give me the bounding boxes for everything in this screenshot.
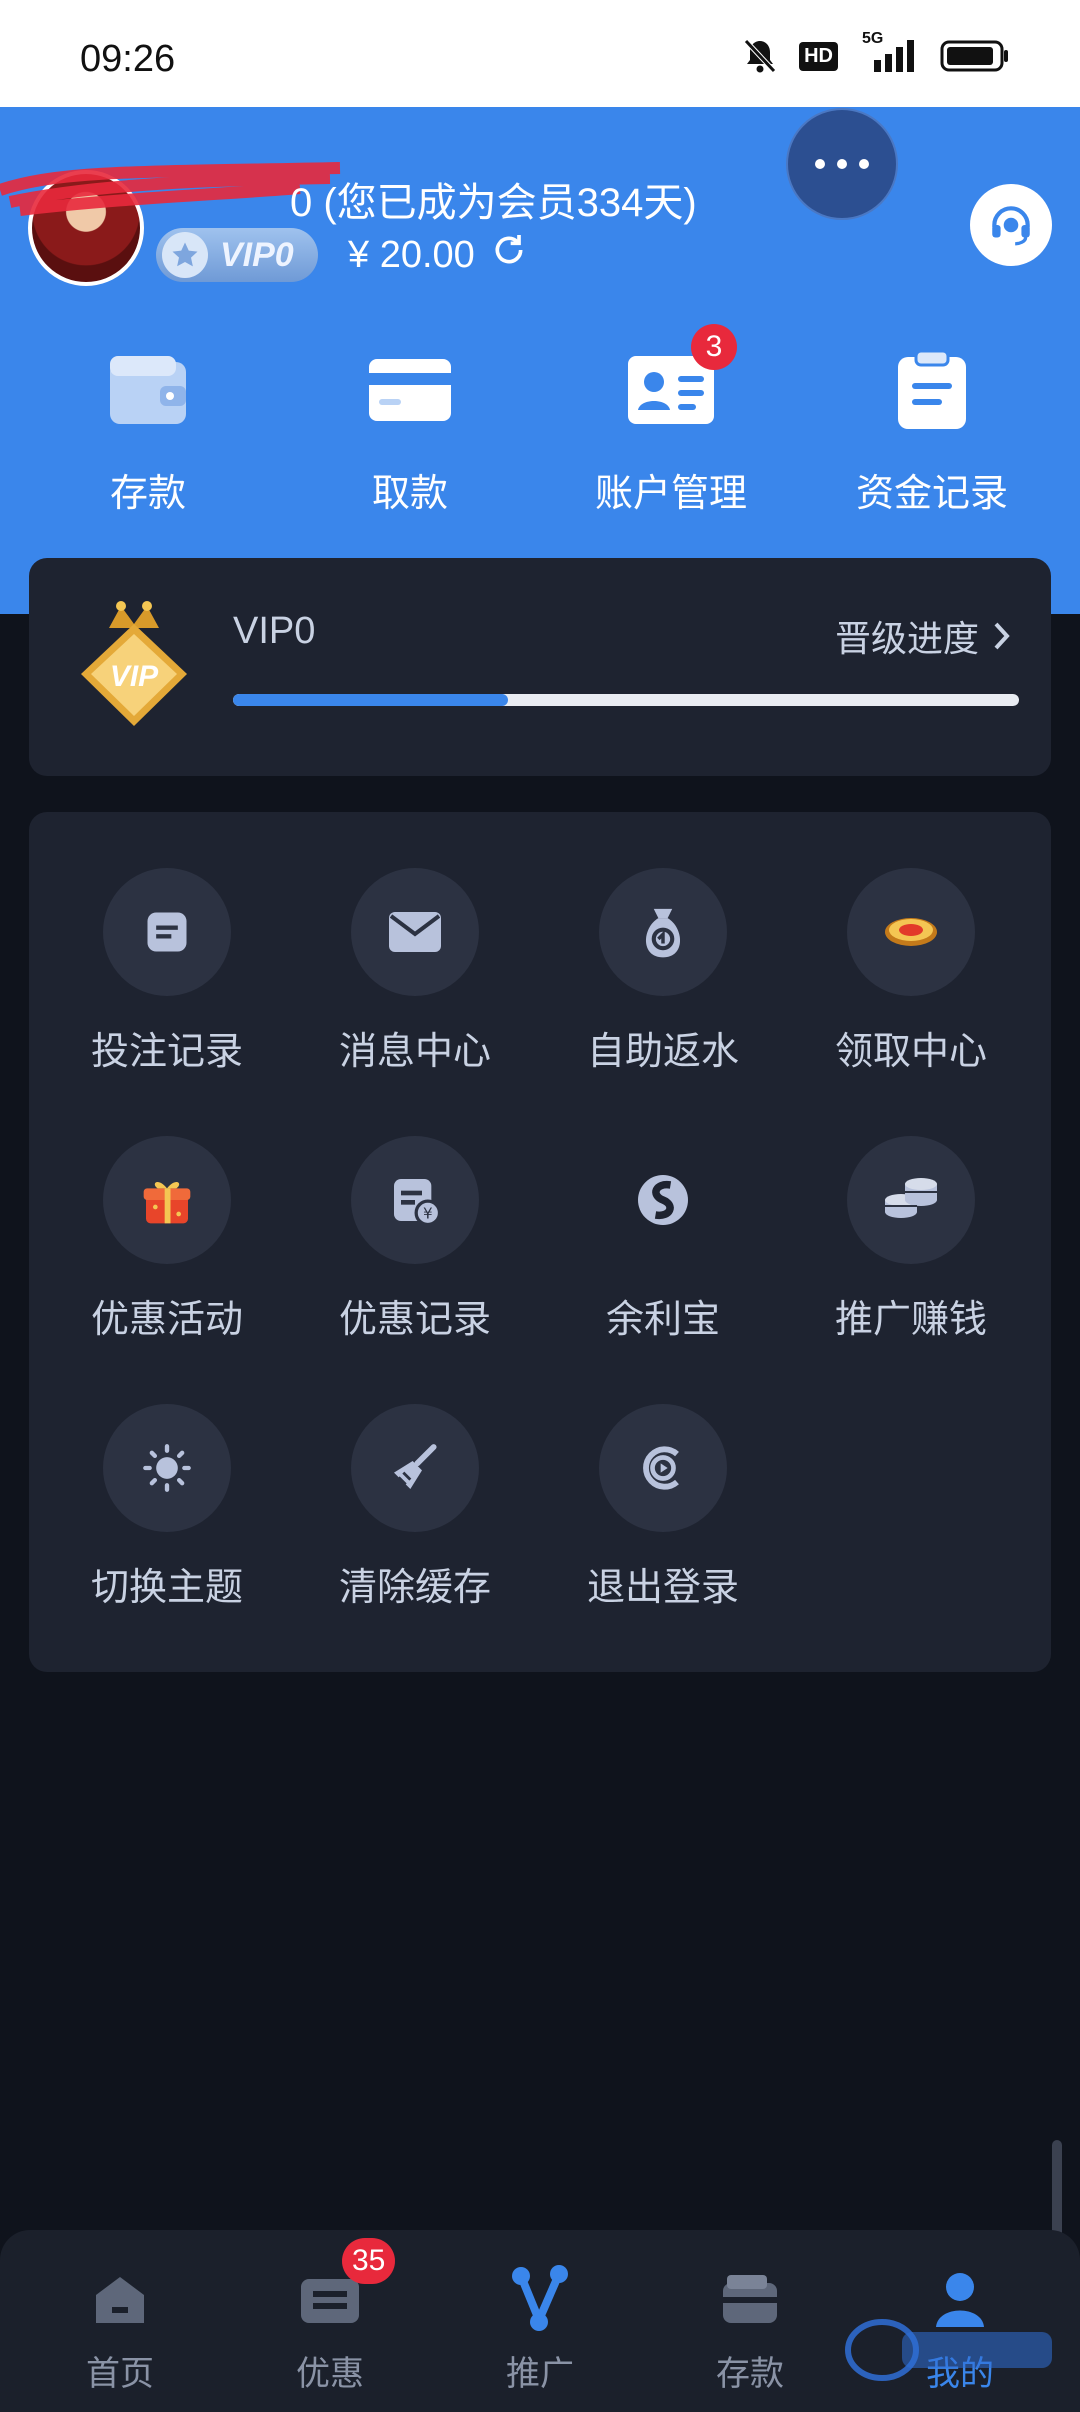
menu-promote-earn[interactable]: 推广赚钱 [811,1136,1011,1343]
menu-label: 优惠记录 [338,1299,491,1341]
vip-level: VIP0 [233,610,316,652]
coin-icon [847,868,975,996]
quick-action-label: 取款 [371,473,448,515]
menu-yulibao[interactable]: 余利宝 [563,1136,763,1343]
menu-label: 退出登录 [586,1567,739,1609]
crown-text: VIP [110,660,159,693]
dot [837,159,847,169]
clipboard-icon [832,340,1032,440]
menu-label: 优惠活动 [90,1299,243,1341]
menu-label: 余利宝 [605,1299,720,1341]
quick-action-label: 存款 [109,473,186,515]
bell-muted-icon [743,38,777,74]
menu-card: 投注记录 消息中心 自助返水 领取中心 优惠活动 ¥ 优惠记录 余利宝 推广赚钱… [29,812,1051,1672]
tab-home[interactable]: 首页 [40,2264,200,2395]
member-status-text: 0 (您已成为会员334天) [290,181,697,225]
menu-bet-records[interactable]: 投注记录 [67,868,267,1075]
promotions-badge: 35 [342,2238,396,2284]
quick-action-label: 资金记录 [855,473,1008,515]
more-button[interactable] [786,108,898,220]
network-label: 5G [862,30,884,47]
dot [859,159,869,169]
menu-label: 消息中心 [338,1031,491,1073]
status-bar: 09:26 HD 5G [0,0,1080,107]
menu-promotions[interactable]: 优惠活动 [67,1136,267,1343]
menu-clear-cache[interactable]: 清除缓存 [315,1404,515,1611]
quick-action-deposit[interactable]: 存款 [48,340,248,517]
quick-action-fund-records[interactable]: 资金记录 [832,340,1032,517]
quick-action-account[interactable]: 3 账户管理 [571,324,771,517]
balance: ¥ 20.00 [348,230,529,280]
mail-icon [351,868,479,996]
refresh-icon[interactable] [489,230,529,280]
gift-icon [103,1136,231,1264]
vip-progress-track [233,694,1019,706]
yulibao-icon [599,1136,727,1264]
coins-stack-icon [847,1136,975,1264]
customer-service-button[interactable] [970,184,1052,266]
broom-icon [351,1404,479,1532]
tab-label: 存款 [716,2355,784,2393]
menu-label: 领取中心 [834,1031,987,1073]
id-card-icon: 3 [571,324,771,440]
hd-icon: HD [799,41,838,71]
menu-label: 投注记录 [90,1031,243,1073]
account-badge: 3 [691,324,737,370]
battery-icon [940,39,1010,73]
wallet-icon [670,2264,830,2334]
menu-claim-center[interactable]: 领取中心 [811,868,1011,1075]
menu-label: 清除缓存 [338,1567,491,1609]
dot [815,159,825,169]
chevron-right-icon [994,622,1010,650]
star-icon [162,232,208,278]
status-icons: HD 5G [743,30,1010,74]
menu-self-rebate[interactable]: 自助返水 [563,868,763,1075]
menu-label: 自助返水 [586,1031,739,1073]
svg-text:¥: ¥ [423,1205,433,1223]
menu-switch-theme[interactable]: 切换主题 [67,1404,267,1611]
hd-label: HD [799,41,838,71]
logout-icon [599,1404,727,1532]
headset-icon [992,206,1030,246]
balance-amount: ¥ 20.00 [348,233,475,276]
wallet-icon [48,340,248,440]
menu-label: 切换主题 [90,1567,243,1609]
vip-progress-card: VIP VIP0 晋级进度 [29,558,1051,776]
status-time: 09:26 [80,38,176,80]
menu-promo-records[interactable]: ¥ 优惠记录 [315,1136,515,1343]
tab-label: 首页 [86,2355,154,2393]
menu-message-center[interactable]: 消息中心 [315,868,515,1075]
share-icon [460,2264,620,2334]
sun-icon [103,1404,231,1532]
quick-action-withdraw[interactable]: 取款 [310,340,510,517]
tab-promotions[interactable]: 35 优惠 [250,2238,410,2395]
tab-promote[interactable]: 推广 [460,2264,620,2395]
tab-label: 优惠 [296,2355,364,2393]
signal-icon: 5G [860,30,918,74]
bet-record-icon [103,868,231,996]
ticket-icon: 35 [250,2238,410,2334]
menu-label: 推广赚钱 [834,1299,987,1341]
upgrade-progress-label: 晋级进度 [834,618,979,659]
menu-logout[interactable]: 退出登录 [563,1404,763,1611]
yuan-record-icon: ¥ [351,1136,479,1264]
upgrade-progress-link[interactable]: 晋级进度 [835,610,1011,662]
vip-crown-icon: VIP [69,594,199,739]
quick-action-label: 账户管理 [594,473,747,515]
vip-badge-label: VIP0 [220,235,294,274]
tab-deposit[interactable]: 存款 [670,2264,830,2395]
home-icon [40,2264,200,2334]
watermark-logo [845,2319,1052,2381]
vip-badge[interactable]: VIP0 [156,228,318,282]
money-bag-icon [599,868,727,996]
card-icon [310,340,510,440]
vip-progress-fill [233,694,509,706]
tab-label: 推广 [506,2355,574,2393]
